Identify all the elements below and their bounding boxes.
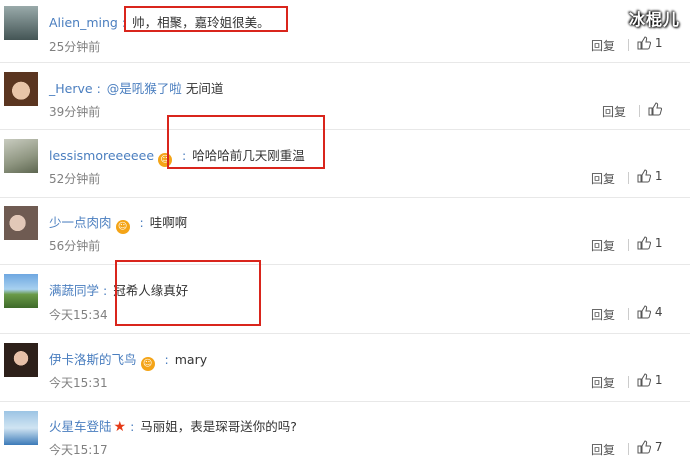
- colon: :: [182, 148, 187, 163]
- comment-time: 今天15:17: [49, 443, 108, 457]
- comment-item: lessismoreeeeee ☺: 哈哈哈前几天刚重温 52分钟前 回复 1: [0, 129, 690, 198]
- like-button[interactable]: [648, 102, 663, 116]
- like-count: 1: [654, 36, 663, 50]
- divider: [628, 239, 629, 251]
- avatar[interactable]: [4, 6, 38, 40]
- comment-item: 伊卡洛斯的飞鸟 ☺: mary 今天15:31 回复 1: [0, 333, 690, 402]
- thumbs-up-icon: [637, 236, 652, 250]
- comment-time: 39分钟前: [49, 105, 101, 119]
- comment-text: 哈哈哈前几天刚重温: [192, 148, 305, 163]
- like-button[interactable]: 4: [637, 305, 662, 319]
- thumbs-up-icon: [637, 169, 652, 183]
- thumbs-up-icon: [637, 373, 652, 387]
- comment-user[interactable]: 少一点肉肉: [49, 215, 112, 230]
- divider: [628, 172, 629, 184]
- avatar[interactable]: [4, 343, 38, 377]
- like-button[interactable]: 7: [637, 440, 662, 454]
- avatar[interactable]: [4, 274, 38, 308]
- colon: :: [103, 283, 108, 298]
- colon: :: [96, 81, 101, 96]
- vip-badge-icon: ☺: [115, 220, 130, 234]
- like-count: 1: [654, 169, 663, 183]
- comment-time: 今天15:34: [49, 308, 108, 322]
- thumbs-up-icon: [637, 36, 652, 50]
- thumbs-up-icon: [637, 305, 652, 319]
- comment-user[interactable]: 满蔬同学: [49, 283, 99, 298]
- comment-item: 满蔬同学: 冠希人缘真好 今天15:34 回复 4: [0, 264, 690, 334]
- comment-text: 无间道: [185, 81, 224, 96]
- like-button[interactable]: 1: [637, 236, 662, 250]
- colon: :: [130, 419, 135, 434]
- divider: [628, 376, 629, 388]
- reply-button[interactable]: 回复: [591, 306, 615, 323]
- avatar[interactable]: [4, 206, 38, 240]
- comment-item: Alien_ming: 帅，相聚，嘉玲姐很美。 25分钟前 回复 1: [0, 0, 690, 63]
- comment-text: 冠希人缘真好: [113, 283, 189, 298]
- comment-time: 25分钟前: [49, 40, 101, 54]
- comment-text: 帅，相聚，嘉玲姐很美。: [132, 15, 270, 30]
- divider: [628, 308, 629, 320]
- comment-text: 哇啊啊: [149, 215, 188, 230]
- reply-button[interactable]: 回复: [602, 103, 626, 120]
- like-count: 7: [654, 440, 663, 454]
- comment-item: _Herve: @是吼猴了啦 无间道 39分钟前 回复: [0, 62, 690, 130]
- vip-badge-icon: ☺: [140, 357, 155, 371]
- like-count: 4: [654, 305, 663, 319]
- comment-user[interactable]: 火星车登陆: [49, 419, 112, 434]
- like-button[interactable]: 1: [637, 373, 662, 387]
- divider: [639, 105, 640, 117]
- avatar[interactable]: [4, 72, 38, 106]
- comment-user[interactable]: _Herve: [49, 81, 93, 96]
- like-count: 1: [654, 236, 663, 250]
- thumbs-up-icon: [637, 440, 652, 454]
- mention-link[interactable]: @是吼猴了啦: [107, 81, 182, 96]
- reply-button[interactable]: 回复: [591, 237, 615, 254]
- thumbs-up-icon: [648, 102, 663, 116]
- avatar[interactable]: [4, 139, 38, 173]
- divider: [628, 39, 629, 51]
- colon: :: [164, 352, 169, 367]
- like-button[interactable]: 1: [637, 169, 662, 183]
- comment-time: 52分钟前: [49, 172, 101, 186]
- colon: :: [121, 15, 127, 30]
- divider: [628, 443, 629, 455]
- like-count: 1: [654, 373, 663, 387]
- like-button[interactable]: 1: [637, 36, 662, 50]
- comment-text: mary: [174, 352, 208, 367]
- comment-text: 马丽姐，表是琛哥送你的吗?: [140, 419, 297, 434]
- reply-button[interactable]: 回复: [591, 441, 615, 458]
- comment-user[interactable]: Alien_ming: [49, 15, 118, 30]
- comment-time: 今天15:31: [49, 376, 108, 390]
- comment-user[interactable]: 伊卡洛斯的飞鸟: [49, 352, 137, 367]
- reply-button[interactable]: 回复: [591, 37, 615, 54]
- colon: :: [139, 215, 144, 230]
- reply-button[interactable]: 回复: [591, 170, 615, 187]
- comment-time: 56分钟前: [49, 239, 101, 253]
- vip-badge-icon: ☺: [158, 153, 173, 167]
- comment-user[interactable]: lessismoreeeeee: [49, 148, 154, 163]
- comment-item: 火星车登陆 ★: 马丽姐，表是琛哥送你的吗? 今天15:17 回复 7: [0, 401, 690, 475]
- star-badge-icon: ★: [113, 419, 127, 435]
- avatar[interactable]: [4, 411, 38, 445]
- comment-item: 少一点肉肉 ☺: 哇啊啊 56分钟前 回复 1: [0, 197, 690, 265]
- reply-button[interactable]: 回复: [591, 374, 615, 391]
